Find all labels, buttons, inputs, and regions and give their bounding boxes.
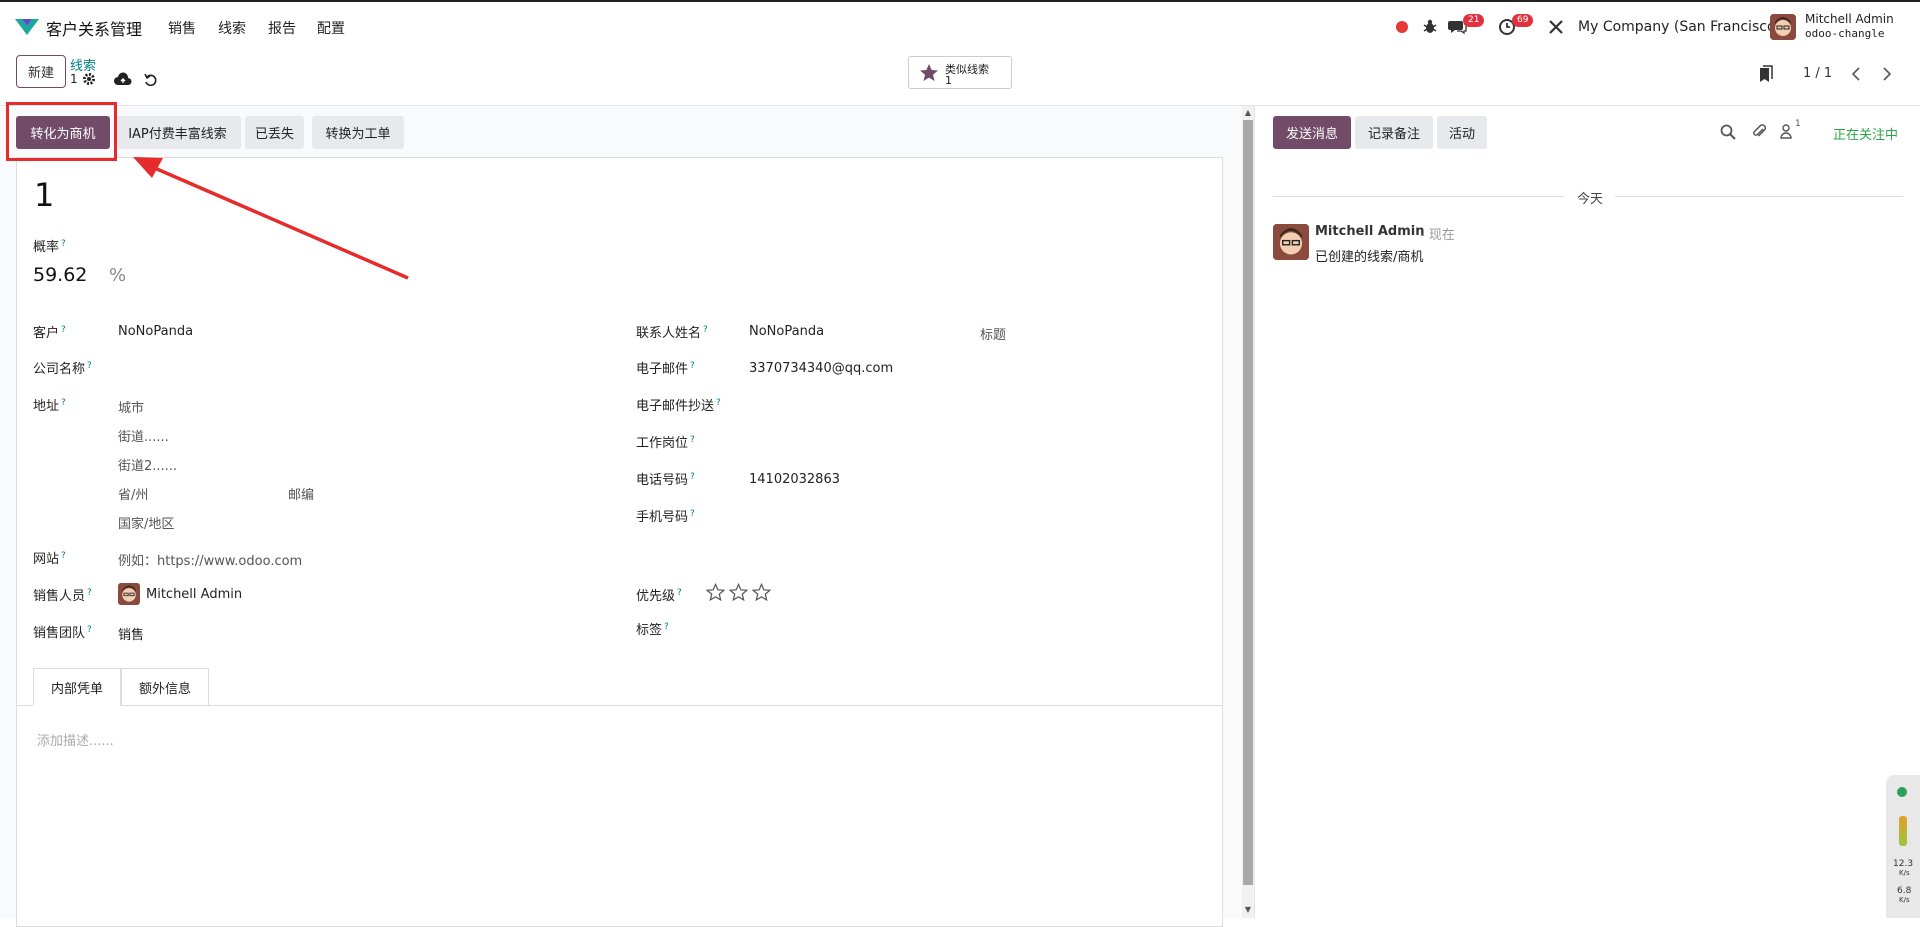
bookmark-icon[interactable] [1758,65,1774,83]
priority-star-1-icon[interactable] [706,583,725,602]
pager-value[interactable]: 1 / 1 [1803,66,1832,81]
activity-button[interactable]: 活动 [1437,116,1487,149]
user-name[interactable]: Mitchell Admin [1805,12,1894,26]
network-status-dot-icon [1897,787,1907,797]
top-navbar: 客户关系管理 销售 线索 报告 配置 21 69 My Company (San… [0,0,1920,50]
form-sheet [16,157,1223,927]
similar-leads-smart-button[interactable]: 类似线索 1 [908,56,1012,89]
probability-field[interactable]: 59.62 [33,264,87,286]
network-download-value: 6.8 [1897,886,1912,896]
state-input[interactable]: 省/州 [118,484,148,503]
country-input[interactable]: 国家/地区 [118,513,174,532]
followers-user-icon[interactable] [1778,122,1796,140]
sales-team-field[interactable]: 销售 [118,624,144,643]
website-label: 网站? [33,550,66,567]
address-label: 地址? [33,397,66,414]
breadcrumb-record: 1 [70,72,78,86]
discard-undo-icon[interactable] [142,71,160,89]
following-toggle[interactable]: 正在关注中 [1833,124,1898,143]
app-title[interactable]: 客户关系管理 [46,16,142,40]
message-body: 已创建的线索/商机 [1315,250,1424,265]
salesperson-label: 销售人员? [33,587,92,604]
phone-label: 电话号码? [636,471,695,488]
probability-unit: % [109,265,127,286]
job-position-label: 工作岗位? [636,434,695,451]
contact-name-field[interactable]: NoNoPanda [749,324,824,339]
messages-badge: 21 [1463,14,1485,27]
recording-indicator-icon[interactable] [1396,21,1408,33]
activities-badge: 69 [1512,14,1534,27]
message-author-avatar[interactable] [1273,224,1309,260]
pager-next-button[interactable] [1872,59,1902,89]
menu-leads[interactable]: 线索 [218,18,246,38]
annotation-highlight-box [6,102,117,161]
network-download-unit: K/s [1899,896,1910,904]
zip-input[interactable]: 邮编 [288,484,314,503]
attachment-paperclip-icon[interactable] [1750,122,1768,140]
priority-label: 优先级? [636,587,682,604]
control-panel: 新建 线索 1 类似线索 1 1 / 1 [0,50,1920,106]
scroll-up-arrow-icon[interactable]: ▲ [1243,108,1253,120]
message-author[interactable]: Mitchell Admin [1315,224,1424,239]
save-cloud-upload-icon[interactable] [114,71,132,89]
salesperson-field[interactable]: Mitchell Admin [146,587,242,602]
tags-label: 标签? [636,621,669,638]
network-usage-bar [1899,816,1907,846]
probability-label: 概率? [33,238,66,255]
lead-name-field[interactable]: 1 [34,176,54,214]
crm-logo-icon[interactable] [14,17,40,37]
date-separator-label: 今天 [1565,188,1616,207]
email-cc-label: 电子邮件抄送? [636,397,721,414]
database-name: odoo-changle [1805,27,1885,40]
customer-label: 客户? [33,324,66,341]
email-label: 电子邮件? [636,360,695,377]
mobile-label: 手机号码? [636,508,695,525]
email-field[interactable]: 3370734340@qq.com [749,361,893,376]
website-input[interactable]: 例如：https://www.odoo.com [118,550,302,569]
sales-team-label: 销售团队? [33,624,92,641]
priority-star-3-icon[interactable] [752,583,771,602]
street-input[interactable]: 街道...... [118,426,169,445]
debug-bug-icon[interactable] [1419,16,1441,38]
menu-configuration[interactable]: 配置 [317,18,345,38]
city-input[interactable]: 城市 [118,397,144,416]
tab-internal-notes[interactable]: 内部凭单 [33,668,121,706]
menu-sales[interactable]: 销售 [168,18,196,38]
street2-input[interactable]: 街道2...... [118,455,177,474]
convert-to-ticket-button[interactable]: 转换为工单 [312,116,404,149]
log-note-button[interactable]: 记录备注 [1355,116,1433,149]
phone-field[interactable]: 14102032863 [749,472,840,487]
new-button[interactable]: 新建 [16,55,66,88]
smart-button-count: 1 [945,74,952,87]
mark-lost-button[interactable]: 已丢失 [245,116,304,149]
followers-count: 1 [1795,119,1801,129]
salesperson-avatar [118,583,140,605]
send-message-button[interactable]: 发送消息 [1273,116,1351,149]
chevron-left-icon [1851,67,1860,81]
description-input[interactable]: 添加描述...... [37,730,114,749]
menu-reporting[interactable]: 报告 [268,18,296,38]
scroll-down-arrow-icon[interactable]: ▼ [1243,905,1253,917]
search-icon[interactable] [1719,123,1737,141]
title-input[interactable]: 标题 [980,324,1006,343]
network-upload-unit: K/s [1899,869,1910,877]
star-icon [920,64,938,81]
customer-field[interactable]: NoNoPanda [118,324,193,339]
priority-star-2-icon[interactable] [729,583,748,602]
message-time: - 现在 [1420,228,1455,243]
iap-enrich-button[interactable]: IAP付费丰富线索 [114,116,241,149]
tab-extra-info[interactable]: 额外信息 [121,668,209,706]
gear-icon[interactable] [82,72,96,86]
company-name-label: 公司名称? [33,360,92,377]
chevron-right-icon [1883,67,1892,81]
notebook-tabs: 内部凭单 额外信息 [17,668,1223,706]
tools-icon[interactable] [1545,16,1567,38]
company-switcher[interactable]: My Company (San Francisco) [1578,19,1781,35]
contact-name-label: 联系人姓名? [636,324,708,341]
pager-previous-button[interactable] [1841,59,1871,89]
user-avatar[interactable] [1770,14,1796,40]
form-scrollbar-thumb[interactable] [1243,120,1253,885]
network-upload-value: 12.3 [1893,859,1914,869]
